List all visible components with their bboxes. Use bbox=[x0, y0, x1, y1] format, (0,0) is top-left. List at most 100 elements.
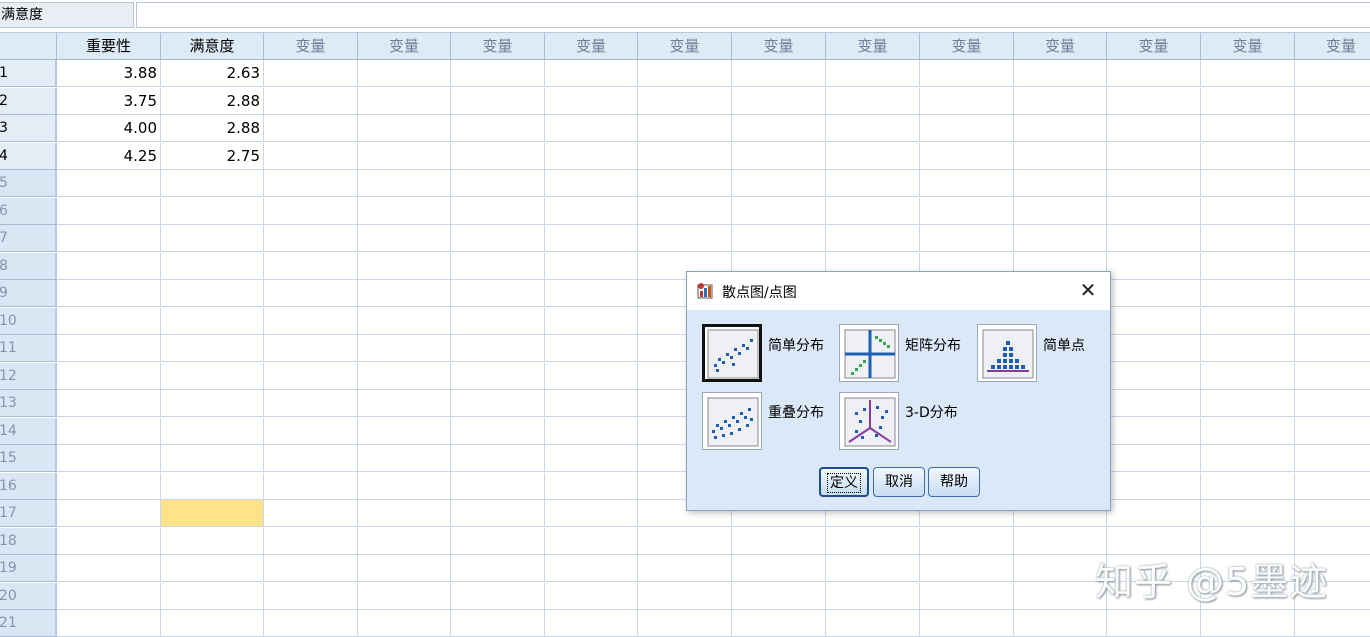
grid-cell[interactable] bbox=[1014, 610, 1107, 637]
grid-cell[interactable] bbox=[638, 555, 732, 582]
row-header[interactable]: 7 bbox=[0, 225, 57, 252]
grid-cell[interactable] bbox=[264, 610, 358, 637]
grid-cell[interactable] bbox=[920, 60, 1014, 87]
grid-cell[interactable] bbox=[920, 225, 1014, 252]
column-header-var[interactable]: 变量 bbox=[1201, 33, 1295, 59]
grid-cell[interactable]: 2.63 bbox=[161, 60, 264, 87]
grid-cell[interactable] bbox=[1014, 225, 1107, 252]
grid-cell[interactable] bbox=[358, 445, 451, 472]
grid-cell[interactable] bbox=[451, 253, 545, 280]
grid-cell[interactable] bbox=[161, 335, 264, 362]
grid-cell[interactable] bbox=[545, 280, 638, 307]
grid-cell[interactable] bbox=[264, 445, 358, 472]
grid-cell[interactable] bbox=[358, 390, 451, 417]
grid-cell[interactable] bbox=[1014, 115, 1107, 142]
grid-cell[interactable] bbox=[1107, 418, 1201, 445]
grid-cell[interactable] bbox=[57, 198, 161, 225]
grid-cell[interactable] bbox=[451, 143, 545, 170]
row-header[interactable]: 4 bbox=[0, 143, 57, 170]
grid-cell[interactable] bbox=[358, 253, 451, 280]
grid-cell[interactable] bbox=[1107, 500, 1201, 527]
grid-cell[interactable] bbox=[358, 418, 451, 445]
row-header[interactable]: 3 bbox=[0, 115, 57, 142]
column-header-var[interactable]: 变量 bbox=[358, 33, 451, 59]
grid-cell[interactable] bbox=[264, 473, 358, 500]
grid-cell[interactable] bbox=[358, 170, 451, 197]
row-header[interactable]: 19 bbox=[0, 555, 57, 582]
grid-cell[interactable] bbox=[545, 308, 638, 335]
grid-cell[interactable] bbox=[920, 528, 1014, 555]
grid-corner[interactable] bbox=[0, 33, 57, 59]
grid-cell[interactable] bbox=[826, 555, 920, 582]
grid-cell[interactable] bbox=[732, 555, 826, 582]
grid-cell[interactable] bbox=[264, 418, 358, 445]
grid-cell[interactable] bbox=[826, 198, 920, 225]
row-header[interactable]: 10 bbox=[0, 308, 57, 335]
grid-cell[interactable] bbox=[1295, 610, 1370, 637]
grid-cell[interactable] bbox=[920, 115, 1014, 142]
grid-cell[interactable] bbox=[545, 500, 638, 527]
grid-cell[interactable] bbox=[826, 583, 920, 610]
grid-cell[interactable] bbox=[1107, 225, 1201, 252]
grid-cell[interactable] bbox=[638, 528, 732, 555]
cell-name-box[interactable]: 满意度 bbox=[0, 2, 134, 28]
grid-cell[interactable] bbox=[161, 198, 264, 225]
grid-cell[interactable] bbox=[920, 583, 1014, 610]
grid-cell[interactable] bbox=[358, 610, 451, 637]
grid-cell[interactable] bbox=[451, 583, 545, 610]
grid-cell[interactable] bbox=[826, 610, 920, 637]
grid-cell[interactable] bbox=[545, 363, 638, 390]
grid-cell[interactable] bbox=[161, 583, 264, 610]
define-button[interactable]: 定义 bbox=[819, 467, 869, 497]
grid-cell[interactable] bbox=[264, 143, 358, 170]
grid-cell[interactable] bbox=[161, 610, 264, 637]
grid-cell[interactable] bbox=[1014, 88, 1107, 115]
row-header[interactable]: 15 bbox=[0, 445, 57, 472]
grid-cell[interactable] bbox=[638, 198, 732, 225]
row-header[interactable]: 2 bbox=[0, 88, 57, 115]
grid-cell[interactable] bbox=[732, 610, 826, 637]
grid-cell[interactable] bbox=[264, 60, 358, 87]
grid-cell[interactable] bbox=[545, 88, 638, 115]
grid-cell[interactable] bbox=[1201, 335, 1295, 362]
grid-cell[interactable] bbox=[545, 198, 638, 225]
grid-cell[interactable] bbox=[732, 88, 826, 115]
column-header-var[interactable]: 变量 bbox=[732, 33, 826, 59]
grid-cell[interactable] bbox=[545, 115, 638, 142]
grid-cell[interactable] bbox=[920, 170, 1014, 197]
grid-cell[interactable] bbox=[1295, 170, 1370, 197]
grid-cell[interactable] bbox=[161, 308, 264, 335]
grid-cell[interactable] bbox=[826, 143, 920, 170]
grid-cell[interactable] bbox=[1201, 253, 1295, 280]
grid-cell[interactable] bbox=[1107, 335, 1201, 362]
row-header[interactable]: 1 bbox=[0, 60, 57, 87]
grid-cell[interactable] bbox=[161, 418, 264, 445]
grid-cell[interactable] bbox=[358, 363, 451, 390]
grid-cell[interactable] bbox=[826, 170, 920, 197]
grid-cell[interactable] bbox=[358, 583, 451, 610]
grid-cell[interactable] bbox=[1201, 390, 1295, 417]
grid-cell[interactable] bbox=[732, 528, 826, 555]
grid-cell[interactable] bbox=[1295, 198, 1370, 225]
grid-cell[interactable] bbox=[1107, 170, 1201, 197]
grid-cell[interactable] bbox=[264, 115, 358, 142]
row-header[interactable]: 18 bbox=[0, 528, 57, 555]
grid-cell[interactable] bbox=[1201, 500, 1295, 527]
grid-cell[interactable] bbox=[545, 418, 638, 445]
grid-cell[interactable] bbox=[1107, 390, 1201, 417]
grid-cell[interactable] bbox=[638, 88, 732, 115]
grid-cell[interactable] bbox=[545, 445, 638, 472]
grid-cell[interactable] bbox=[732, 225, 826, 252]
row-header[interactable]: 9 bbox=[0, 280, 57, 307]
grid-cell[interactable] bbox=[1201, 88, 1295, 115]
grid-cell[interactable] bbox=[545, 610, 638, 637]
grid-cell[interactable] bbox=[1201, 363, 1295, 390]
grid-cell[interactable] bbox=[57, 445, 161, 472]
grid-cell[interactable] bbox=[1107, 445, 1201, 472]
grid-cell[interactable] bbox=[1295, 335, 1370, 362]
grid-cell[interactable] bbox=[358, 143, 451, 170]
column-header-var[interactable]: 变量 bbox=[451, 33, 545, 59]
grid-cell[interactable] bbox=[1295, 60, 1370, 87]
grid-cell[interactable] bbox=[545, 528, 638, 555]
grid-cell[interactable] bbox=[732, 115, 826, 142]
